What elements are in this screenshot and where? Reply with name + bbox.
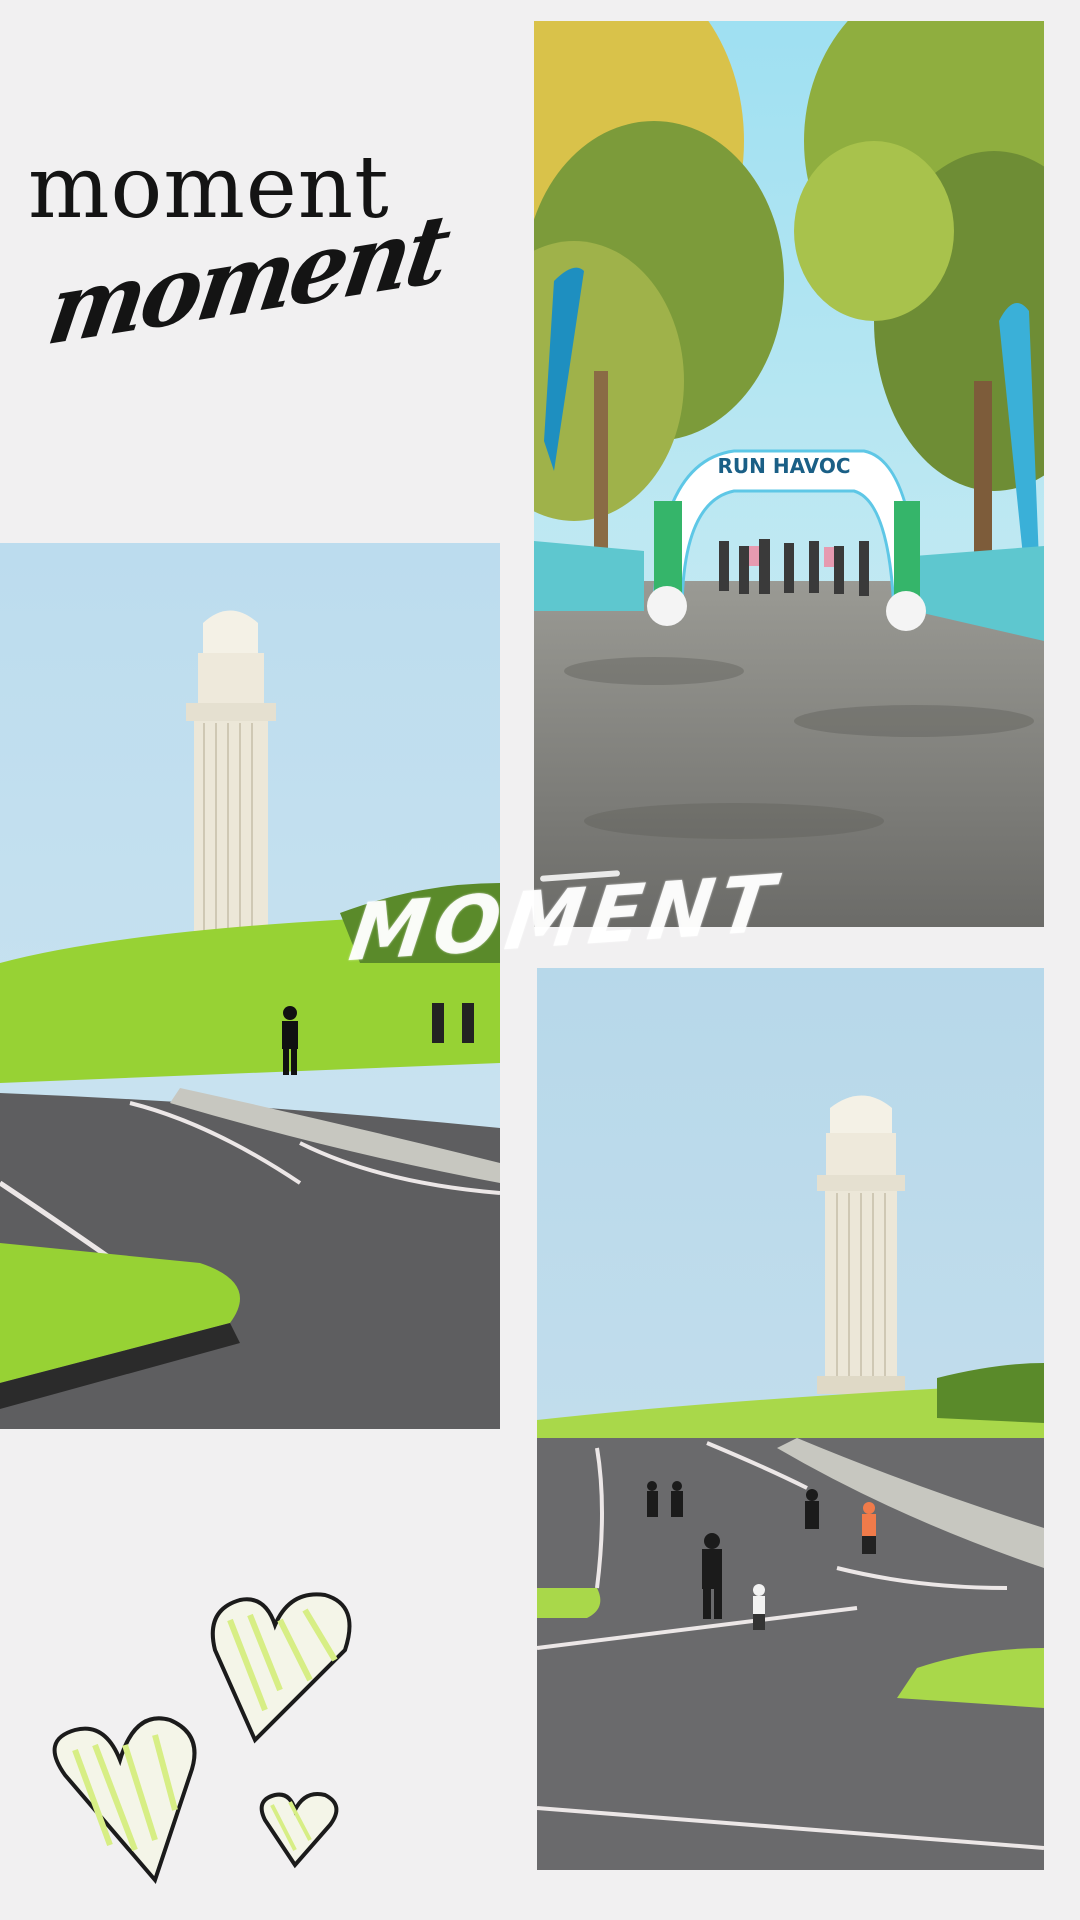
heart-icon bbox=[210, 1592, 352, 1744]
photo-lighthouse-right bbox=[537, 968, 1044, 1870]
photo-finish-arch: RUN HAVOC bbox=[534, 21, 1044, 927]
heart-icon bbox=[259, 1792, 339, 1869]
arch-banner-text: RUN HAVOC bbox=[717, 454, 850, 478]
photo-lighthouse-left bbox=[0, 543, 500, 1429]
heart-icon bbox=[52, 1716, 197, 1884]
hearts-decoration bbox=[52, 1592, 352, 1884]
